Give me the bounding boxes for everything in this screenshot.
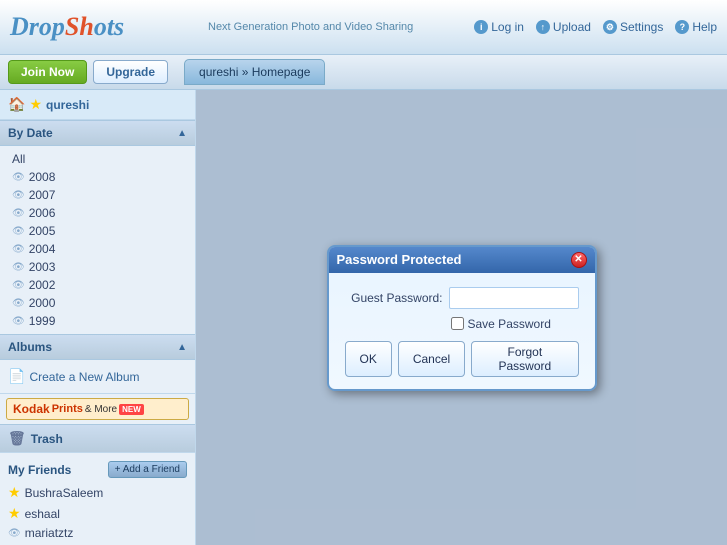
forgot-password-button[interactable]: Forgot Password	[471, 341, 578, 377]
upload-icon: ↑	[536, 20, 550, 34]
join-now-button[interactable]: Join Now	[8, 60, 87, 84]
toolbar: Join Now Upgrade qureshi » Homepage	[0, 55, 727, 90]
header: DropShots Next Generation Photo and Vide…	[0, 0, 727, 55]
date-2000[interactable]: 👁2000	[0, 294, 195, 312]
friend-star-1: ★	[8, 484, 21, 501]
trash-icon: 🗑	[8, 430, 26, 447]
upgrade-button[interactable]: Upgrade	[93, 60, 168, 84]
dialog-close-button[interactable]: ✕	[571, 252, 587, 268]
sidebar: 🏠 ★ qureshi By Date ▲ All 👁2008👁2007👁200…	[0, 90, 196, 545]
eye-icon-2006: 👁	[12, 208, 25, 219]
kodak-prints-label: Prints	[52, 403, 83, 415]
kodak-more-label: & More	[85, 404, 117, 415]
albums-arrow: ▲	[177, 342, 187, 353]
settings-nav[interactable]: ⚙ Settings	[603, 20, 663, 34]
home-icon: 🏠	[8, 96, 25, 113]
save-password-row: Save Password	[345, 317, 579, 331]
star-icon: ★	[29, 96, 42, 113]
username-label: qureshi	[46, 98, 89, 112]
friend-bushra[interactable]: ★ BushraSaleem	[0, 482, 195, 503]
eye-icon-2004: 👁	[12, 244, 25, 255]
upload-nav[interactable]: ↑ Upload	[536, 20, 591, 34]
eye-icon-2002: 👁	[12, 280, 25, 291]
eye-icon-2008: 👁	[12, 172, 25, 183]
sidebar-user[interactable]: 🏠 ★ qureshi	[0, 90, 195, 120]
tab-area: qureshi » Homepage	[184, 59, 325, 85]
dialog-body: Guest Password: Save Password OK Cancel …	[329, 273, 595, 389]
friend-star-2: ★	[8, 505, 21, 522]
save-password-label: Save Password	[468, 317, 551, 331]
friend-mariatztz[interactable]: 👁 mariatztz	[0, 524, 195, 542]
my-friends-label: My Friends	[8, 463, 71, 477]
dialog-buttons: OK Cancel Forgot Password	[345, 341, 579, 377]
save-password-checkbox[interactable]	[451, 317, 464, 330]
friend-name-1: BushraSaleem	[25, 486, 104, 500]
homepage-tab[interactable]: qureshi » Homepage	[184, 59, 325, 85]
trash-section[interactable]: 🗑 Trash	[0, 424, 195, 452]
logo[interactable]: DropShots	[10, 12, 124, 42]
by-date-section-header[interactable]: By Date ▲	[0, 120, 195, 146]
new-badge: NEW	[119, 404, 144, 415]
login-icon: i	[474, 20, 488, 34]
friend-name-2: eshaal	[25, 507, 60, 521]
main-layout: 🏠 ★ qureshi By Date ▲ All 👁2008👁2007👁200…	[0, 90, 727, 545]
friend-eye-3: 👁	[8, 528, 21, 539]
kodak-label: Kodak	[13, 402, 50, 416]
friend-name-3: mariatztz	[25, 526, 74, 540]
password-dialog: Password Protected ✕ Guest Password: Sav…	[327, 245, 597, 391]
eye-icon-2005: 👁	[12, 226, 25, 237]
eye-icon-2000: 👁	[12, 298, 25, 309]
logo-area: DropShots	[10, 12, 200, 42]
albums-section-header[interactable]: Albums ▲	[0, 334, 195, 360]
create-album-button[interactable]: 📄 Create a New Album	[0, 364, 195, 389]
by-date-arrow: ▲	[177, 128, 187, 139]
date-2002[interactable]: 👁2002	[0, 276, 195, 294]
kodak-area[interactable]: Kodak Prints & More NEW	[0, 393, 195, 424]
eye-icon-2007: 👁	[12, 190, 25, 201]
eye-icon-2003: 👁	[12, 262, 25, 273]
main-content: Password Protected ✕ Guest Password: Sav…	[196, 90, 727, 545]
help-nav[interactable]: ? Help	[675, 20, 717, 34]
guest-password-input[interactable]	[449, 287, 579, 309]
date-2004[interactable]: 👁2004	[0, 240, 195, 258]
guest-password-label: Guest Password:	[345, 291, 443, 305]
guest-password-row: Guest Password:	[345, 287, 579, 309]
settings-icon: ⚙	[603, 20, 617, 34]
create-album-icon: 📄	[8, 368, 25, 385]
date-1999[interactable]: 👁1999	[0, 312, 195, 330]
dialog-titlebar: Password Protected ✕	[329, 247, 595, 273]
login-nav[interactable]: i Log in	[474, 20, 524, 34]
eye-icon-1999: 👁	[12, 316, 25, 327]
date-2006[interactable]: 👁2006	[0, 204, 195, 222]
date-all[interactable]: All	[0, 150, 195, 168]
help-icon: ?	[675, 20, 689, 34]
dialog-title: Password Protected	[337, 252, 462, 267]
friend-eshaal[interactable]: ★ eshaal	[0, 503, 195, 524]
cancel-button[interactable]: Cancel	[398, 341, 465, 377]
date-2008[interactable]: 👁2008	[0, 168, 195, 186]
date-2003[interactable]: 👁2003	[0, 258, 195, 276]
header-nav: i Log in ↑ Upload ⚙ Settings ? Help	[474, 20, 717, 34]
modal-overlay: Password Protected ✕ Guest Password: Sav…	[196, 90, 727, 545]
logo-tagline: Next Generation Photo and Video Sharing	[208, 21, 474, 33]
add-friend-button[interactable]: + Add a Friend	[108, 461, 187, 478]
date-2007[interactable]: 👁2007	[0, 186, 195, 204]
date-2005[interactable]: 👁2005	[0, 222, 195, 240]
friends-section: My Friends + Add a Friend ★ BushraSaleem…	[0, 452, 195, 545]
ok-button[interactable]: OK	[345, 341, 392, 377]
kodak-box: Kodak Prints & More NEW	[6, 398, 189, 420]
date-list: All 👁2008👁2007👁2006👁2005👁2004👁2003👁2002👁…	[0, 146, 195, 334]
friends-header: My Friends + Add a Friend	[0, 457, 195, 482]
albums-section: 📄 Create a New Album	[0, 360, 195, 393]
